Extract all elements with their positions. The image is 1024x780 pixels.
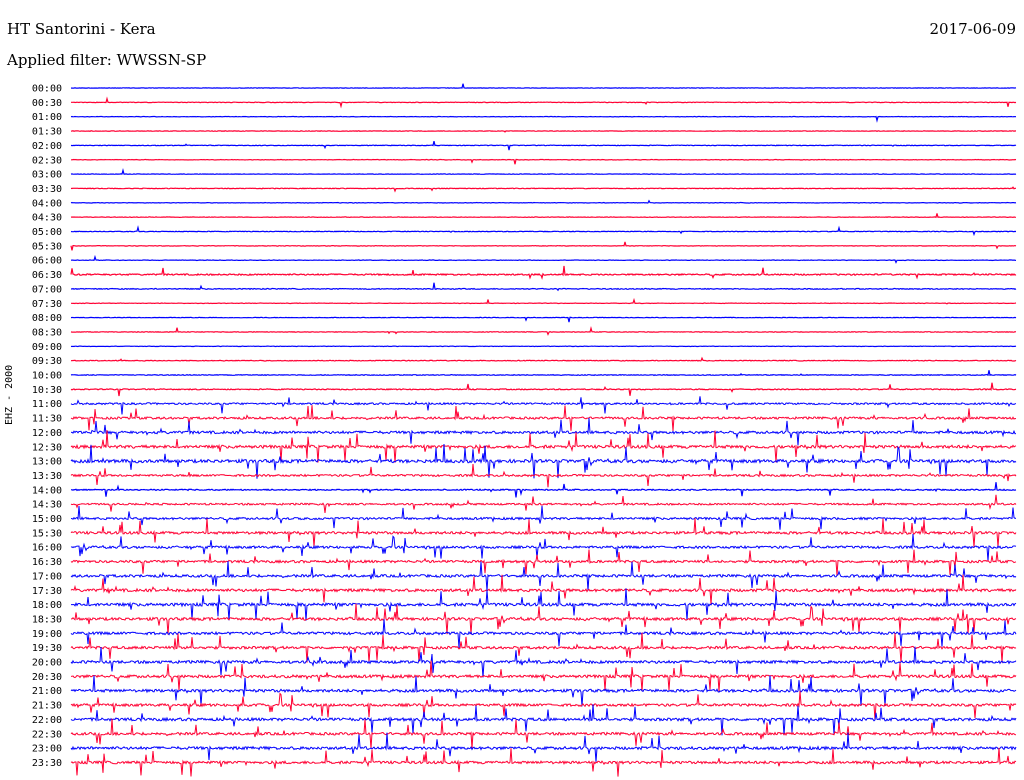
row-time-label: 03:00 — [32, 170, 62, 181]
seismic-trace — [70, 241, 1017, 251]
row-time-label: 05:00 — [32, 227, 62, 238]
row-time-label: 20:30 — [32, 672, 62, 683]
seismic-trace — [70, 690, 1017, 720]
seismic-trace — [70, 356, 1017, 362]
seismic-trace — [70, 430, 1017, 463]
row-time-label: 23:30 — [32, 758, 62, 769]
row-time-label: 06:30 — [32, 270, 62, 281]
row-time-label: 14:00 — [32, 485, 62, 496]
seismic-trace — [70, 646, 1017, 678]
seismic-trace — [70, 732, 1017, 763]
row-time-label: 21:00 — [32, 686, 62, 697]
seismic-trace — [70, 518, 1017, 548]
seismic-trace — [70, 186, 1016, 193]
row-time-label: 17:00 — [32, 571, 62, 582]
row-time-label: 13:30 — [32, 471, 62, 482]
row-time-label: 12:30 — [32, 442, 62, 453]
seismic-trace — [70, 560, 1017, 591]
row-time-label: 09:30 — [32, 356, 62, 367]
row-time-label: 05:30 — [32, 241, 62, 252]
seismic-trace — [70, 265, 1017, 280]
seismic-trace — [70, 632, 1017, 663]
row-time-label: 22:00 — [32, 715, 62, 726]
seismic-trace — [70, 167, 1017, 175]
row-time-label: 19:30 — [32, 643, 62, 654]
seismic-trace — [70, 747, 1017, 777]
row-time-label: 18:30 — [32, 614, 62, 625]
seismic-trace — [71, 588, 1017, 621]
row-time-label: 15:00 — [32, 514, 62, 525]
row-time-label: 18:00 — [32, 600, 62, 611]
row-time-label: 01:00 — [32, 112, 62, 123]
seismic-trace — [70, 282, 1017, 292]
seismic-trace — [70, 396, 1017, 415]
row-time-label: 04:00 — [32, 198, 62, 209]
seismic-trace — [70, 660, 1017, 692]
seismic-trace — [70, 225, 1017, 237]
row-time-label: 02:30 — [32, 155, 62, 166]
row-time-label: 10:00 — [32, 371, 62, 382]
row-time-label: 13:00 — [32, 457, 62, 468]
row-time-label: 11:30 — [32, 414, 62, 425]
row-time-label: 11:00 — [32, 399, 62, 410]
row-time-label: 04:30 — [32, 213, 62, 224]
seismic-trace — [70, 213, 1017, 219]
row-time-label: 19:00 — [32, 629, 62, 640]
row-time-label: 10:30 — [32, 385, 62, 396]
row-time-label: 07:00 — [32, 284, 62, 295]
seismic-trace — [70, 115, 1017, 123]
row-time-label: 16:30 — [32, 557, 62, 568]
row-time-label: 15:30 — [32, 528, 62, 539]
row-time-label: 08:30 — [32, 327, 62, 338]
seismic-trace — [71, 603, 1017, 635]
seismic-trace — [70, 130, 1017, 133]
row-time-label: 12:00 — [32, 428, 62, 439]
seismogram-chart: 00:00 00:30 01:00 01:30 02:00 02:30 03:00 03:30… — [32, 83, 1017, 777]
seismic-trace — [70, 382, 1017, 397]
seismic-trace — [70, 405, 1017, 432]
row-time-label: 07:30 — [32, 299, 62, 310]
seismic-trace — [70, 199, 1017, 204]
seismic-trace — [70, 83, 1017, 89]
seismic-trace — [70, 482, 1017, 498]
seismic-trace — [70, 326, 1017, 336]
seismic-trace — [70, 316, 1017, 323]
seismic-trace — [71, 297, 1017, 305]
row-time-label: 02:00 — [32, 141, 62, 152]
seismic-trace — [70, 443, 1017, 479]
row-time-label: 09:00 — [32, 342, 62, 353]
seismic-trace — [70, 619, 1017, 649]
row-time-label: 21:30 — [32, 701, 62, 712]
row-time-label: 16:00 — [32, 543, 62, 554]
row-time-label: 00:30 — [32, 98, 62, 109]
seismic-trace — [71, 96, 1017, 109]
seismic-trace — [71, 158, 1017, 165]
seismic-trace — [70, 505, 1017, 530]
seismic-trace — [70, 417, 1017, 446]
row-time-label: 01:30 — [32, 127, 62, 138]
seismic-trace — [70, 254, 1017, 264]
row-time-label: 03:30 — [32, 184, 62, 195]
seismic-trace — [70, 370, 1017, 377]
seismic-trace — [70, 464, 1017, 488]
seismic-trace — [70, 718, 1017, 749]
row-time-label: 23:00 — [32, 744, 62, 755]
seismic-trace — [70, 533, 1017, 562]
row-time-label: 17:30 — [32, 586, 62, 597]
row-time-label: 00:00 — [32, 84, 62, 95]
seismic-trace — [70, 140, 1017, 151]
seismic-trace — [70, 494, 1017, 514]
row-time-label: 08:00 — [32, 313, 62, 324]
row-time-label: 06:00 — [32, 256, 62, 267]
row-time-label: 14:30 — [32, 500, 62, 511]
row-time-label: 22:30 — [32, 729, 62, 740]
seismic-trace — [70, 549, 1017, 576]
row-time-label: 20:00 — [32, 658, 62, 669]
